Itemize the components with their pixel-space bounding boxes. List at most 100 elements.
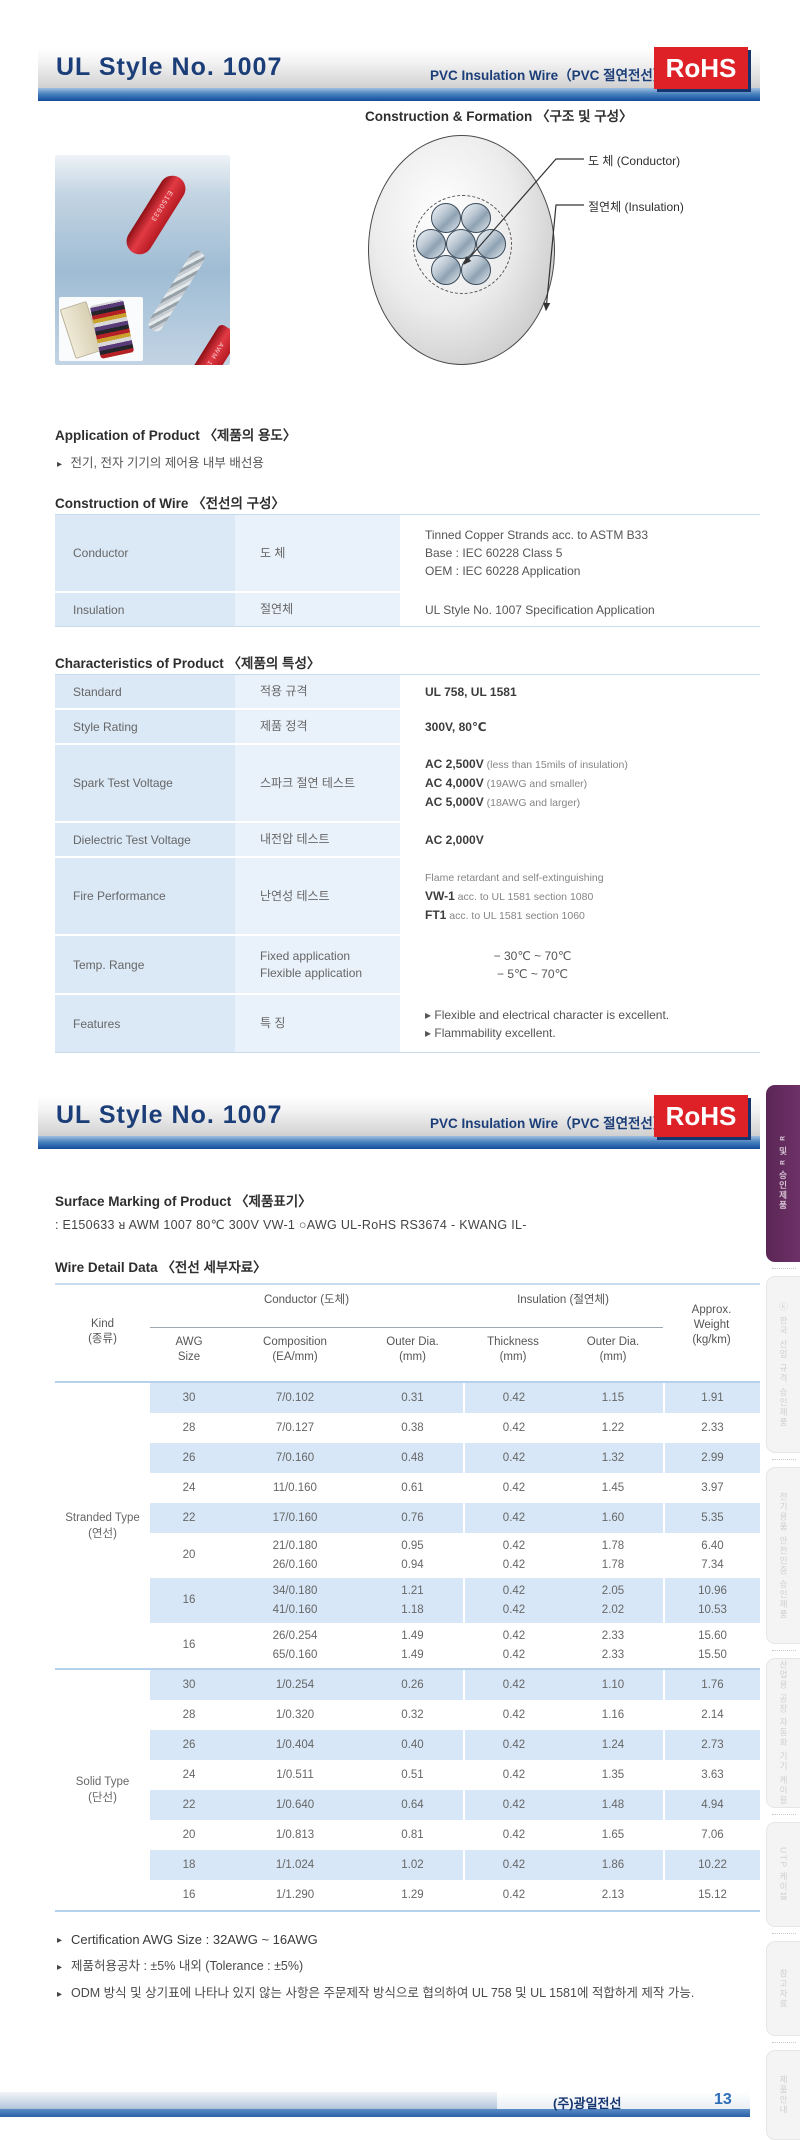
wire-twisted-conductor (146, 248, 207, 334)
wire-table-row: 201/0.8130.810.421.657.06 (55, 1820, 760, 1850)
spec-label: Insulation (55, 593, 235, 626)
data-cell: 26 (150, 1443, 228, 1473)
catalog-page: UL Style No. 1007 PVC Insulation Wire（PV… (0, 0, 800, 2140)
sidebar-tab[interactable]: 제품안내 (766, 2050, 800, 2140)
surface-marking-text: : E150633 ᴚ AWM 1007 80℃ 300V VW-1 ○AWG … (55, 1217, 527, 1232)
spec-row: Features특 징▸ Flexible and electrical cha… (55, 993, 760, 1052)
kind-cell (55, 1700, 150, 1730)
sidebar-tab-label: 제품안내 (778, 2075, 790, 2115)
data-cell: 0.950.94 (362, 1533, 463, 1578)
wire-detail-heading: Wire Detail Data 〈전선 세부자료〉 (55, 1256, 267, 1276)
data-cell: 1/0.640 (228, 1790, 362, 1820)
data-cell: 2.73 (663, 1730, 760, 1760)
data-cell: 15.6015.50 (663, 1623, 760, 1668)
wire-red-cap: E150633 (122, 171, 191, 259)
wire-kind-label: Stranded Type(연선) (55, 1510, 150, 1542)
data-cell: 0.42 (463, 1473, 563, 1503)
kind-cell (55, 1730, 150, 1760)
data-cell: 20 (150, 1820, 228, 1850)
wire-table-row: 241/0.5110.510.421.353.63 (55, 1760, 760, 1790)
data-cell: 1.86 (563, 1850, 663, 1880)
page-footer: (주)광일전선 13 (0, 2092, 750, 2118)
footnote-text: Certification AWG Size : 32AWG ~ 16AWG (71, 1930, 318, 1950)
application-item: ▸ 전기, 전자 기기의 제어용 내부 배선용 (57, 452, 264, 471)
tab-separator (772, 1933, 796, 1934)
spec-label-korean: 제품 정격 (235, 710, 400, 743)
data-cell: 24 (150, 1473, 228, 1503)
spec-label-korean: Fixed applicationFlexible application (235, 936, 400, 993)
bullet-icon: ▸ (57, 1984, 71, 2004)
data-cell: 28 (150, 1413, 228, 1443)
data-cell: 22 (150, 1790, 228, 1820)
wire-table-row: 287/0.1270.380.421.222.33 (55, 1413, 760, 1443)
spec-row: Fire Performance난연성 테스트Flame retardant a… (55, 856, 760, 934)
data-cell: 0.76 (362, 1503, 463, 1533)
wire-table-row: 301/0.2540.260.421.101.76 (55, 1670, 760, 1700)
sidebar-tab[interactable]: 산업용 공장 자동화 기기 케이블 (766, 1658, 800, 1808)
spec-value: Flame retardant and self-extinguishingVW… (400, 858, 760, 934)
col-header-awg: AWG Size (150, 1335, 228, 1365)
sidebar-tab[interactable]: 참고자료 (766, 1941, 800, 2036)
strand-circle (476, 229, 506, 259)
data-cell: 34/0.18041/0.160 (228, 1578, 362, 1623)
data-cell: 2.13 (563, 1880, 663, 1910)
wire-table-header: Kind (종류) Conductor (도체) Insulation (절연체… (55, 1285, 760, 1381)
spec-label: Fire Performance (55, 858, 235, 934)
spec-label: Spark Test Voltage (55, 745, 235, 821)
data-cell: 0.42 (463, 1820, 563, 1850)
wire-kind-label: Solid Type(단선) (55, 1774, 150, 1806)
data-cell: 1.15 (563, 1383, 663, 1413)
col-header-weight: Approx. Weight (kg/km) (663, 1303, 760, 1348)
spec-label: Standard (55, 675, 235, 708)
spec-row: Dielectric Test Voltage내전압 테스트AC 2,000V (55, 821, 760, 856)
data-cell: 2.052.02 (563, 1578, 663, 1623)
data-cell: 4.94 (663, 1790, 760, 1820)
data-cell: 1.29 (362, 1880, 463, 1910)
tab-separator (772, 1268, 796, 1269)
wire-marking-text: AWM 1007 (198, 341, 225, 365)
data-cell: 0.42 (463, 1383, 563, 1413)
wire-table-row: 2411/0.1600.610.421.453.97 (55, 1473, 760, 1503)
data-cell: 7/0.102 (228, 1383, 362, 1413)
data-cell: 30 (150, 1383, 228, 1413)
data-cell: 21/0.18026/0.160 (228, 1533, 362, 1578)
kind-cell (55, 1443, 150, 1473)
wire-table-row: 181/1.0241.020.421.8610.22 (55, 1850, 760, 1880)
data-cell: 0.42 (463, 1790, 563, 1820)
connector-photo-patch (59, 297, 143, 361)
sidebar-tab[interactable]: ⓚ 한국 산업 규격 승인제품 (766, 1276, 800, 1453)
sidebar-tab-label: ⓚ 한국 산업 규격 승인제품 (778, 1302, 790, 1427)
spec-label-korean: 도 체 (235, 515, 400, 591)
spec-row: Spark Test Voltage스파크 절연 테스트AC 2,500V (l… (55, 743, 760, 821)
kind-cell (55, 1623, 150, 1668)
spec-label-korean: 절연체 (235, 593, 400, 626)
bullet-icon: ▸ (57, 1957, 71, 1977)
spec-label-korean: 내전압 테스트 (235, 823, 400, 856)
application-item-text: 전기, 전자 기기의 제어용 내부 배선용 (71, 456, 264, 470)
kind-cell (55, 1820, 150, 1850)
sidebar-tab-label: UTP 케이블 (778, 1847, 790, 1902)
tab-separator (772, 1650, 796, 1651)
data-cell: 0.42 (463, 1850, 563, 1880)
col-header-kind: Kind (종류) (55, 1317, 150, 1347)
data-cell: 0.420.42 (463, 1623, 563, 1668)
data-cell: 1.491.49 (362, 1623, 463, 1668)
col-header-composition: Composition (EA/mm) (228, 1335, 362, 1365)
kind-cell (55, 1383, 150, 1413)
data-cell: 1.35 (563, 1760, 663, 1790)
data-cell: 26/0.25465/0.160 (228, 1623, 362, 1668)
wire-tag-text: E150633 (149, 189, 174, 222)
spec-value: 300V, 80℃ (400, 710, 760, 743)
data-cell: 0.42 (463, 1413, 563, 1443)
data-cell: 0.42 (463, 1503, 563, 1533)
data-cell: 5.35 (663, 1503, 760, 1533)
data-cell: 1/0.511 (228, 1760, 362, 1790)
wire-detail-table: Kind (종류) Conductor (도체) Insulation (절연체… (55, 1283, 760, 1912)
sidebar-tab[interactable]: ᴚ 및 ᴚ 승인제품 (766, 1085, 800, 1262)
sidebar-tab[interactable]: 전기용품 안전인증 승인제품 (766, 1467, 800, 1644)
page-number: 13 (714, 2091, 732, 2109)
footnote-item: ▸Certification AWG Size : 32AWG ~ 16AWG (57, 1930, 757, 1950)
data-cell: 0.26 (362, 1670, 463, 1700)
sidebar-tab-label: 참고자료 (778, 1969, 790, 2009)
sidebar-tab[interactable]: UTP 케이블 (766, 1822, 800, 1927)
